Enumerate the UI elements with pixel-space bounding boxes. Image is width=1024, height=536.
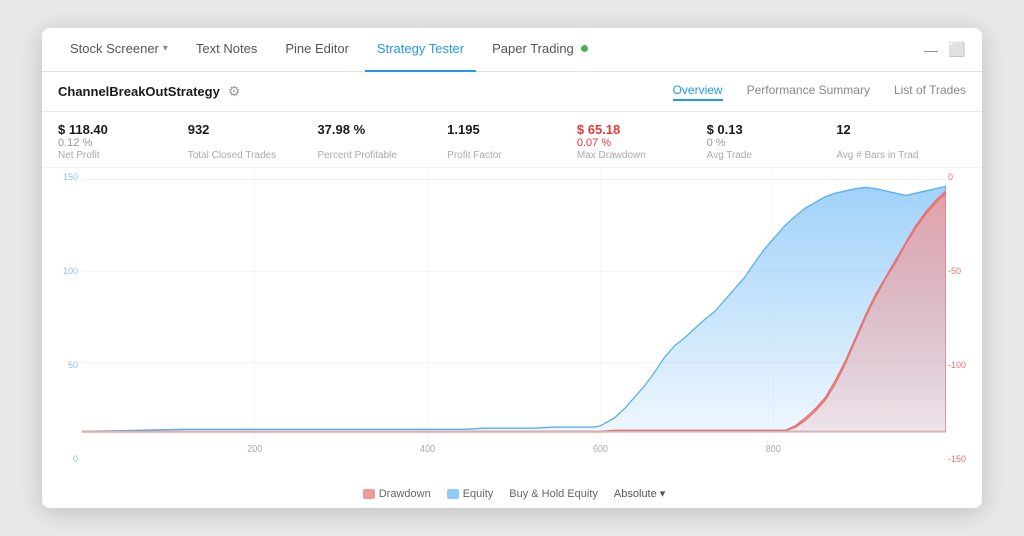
avg-trade-value: $ 0.13 xyxy=(707,122,837,137)
avg-trade-sub: 0 % xyxy=(707,137,837,149)
total-trades-value: 932 xyxy=(188,122,318,137)
profit-factor-label: Profit Factor xyxy=(447,150,577,161)
text-notes-label: Text Notes xyxy=(196,41,257,56)
paper-trading-label: Paper Trading xyxy=(492,41,574,56)
main-window: Stock Screener ▾ Text Notes Pine Editor … xyxy=(42,28,982,508)
drawdown-label: Drawdown xyxy=(379,488,431,500)
max-drawdown-label: Max Drawdown xyxy=(577,150,707,161)
tab-strategy-tester[interactable]: Strategy Tester xyxy=(365,28,476,72)
svg-text:400: 400 xyxy=(420,444,436,456)
y-axis-left: 150 100 50 0 xyxy=(42,168,82,468)
avg-bars-label: Avg # Bars in Trad xyxy=(836,150,966,161)
metric-net-profit: $ 118.40 0.12 % Net Profit xyxy=(58,122,188,161)
tab-performance-summary[interactable]: Performance Summary xyxy=(747,83,870,101)
legend-drawdown: Drawdown xyxy=(363,488,431,500)
total-trades-label: Total Closed Trades xyxy=(188,150,318,161)
profit-factor-value: 1.195 xyxy=(447,122,577,137)
absolute-dropdown[interactable]: Absolute ▾ xyxy=(614,487,665,500)
y-right-0: 0 xyxy=(948,172,980,182)
tab-text-notes[interactable]: Text Notes xyxy=(184,28,269,72)
tab-list-of-trades[interactable]: List of Trades xyxy=(894,83,966,101)
strategy-tester-label: Strategy Tester xyxy=(377,41,464,56)
maximize-button[interactable]: ⬜ xyxy=(948,41,966,59)
strategy-header: ChannelBreakOutStrategy ⚙ Overview Perfo… xyxy=(42,72,982,112)
metric-avg-bars: 12 Avg # Bars in Trad xyxy=(836,122,966,161)
y-label-150: 150 xyxy=(44,172,78,182)
strategy-name: ChannelBreakOutStrategy xyxy=(58,84,220,99)
tab-pine-editor[interactable]: Pine Editor xyxy=(273,28,361,72)
equity-label: Equity xyxy=(463,488,494,500)
tab-bar: Stock Screener ▾ Text Notes Pine Editor … xyxy=(42,28,982,72)
max-drawdown-sub: 0.07 % xyxy=(577,137,707,149)
percent-profitable-value: 37.98 % xyxy=(317,122,447,137)
net-profit-label: Net Profit xyxy=(58,150,188,161)
y-label-100: 100 xyxy=(44,266,78,276)
metric-max-drawdown: $ 65.18 0.07 % Max Drawdown xyxy=(577,122,707,161)
net-profit-sub: 0.12 % xyxy=(58,137,188,149)
percent-profitable-label: Percent Profitable xyxy=(317,150,447,161)
avg-trade-label: Avg Trade xyxy=(707,150,837,161)
legend-equity: Equity xyxy=(447,488,494,500)
stock-screener-label: Stock Screener xyxy=(70,41,159,56)
buy-hold-label: Buy & Hold Equity xyxy=(509,488,598,500)
net-profit-value: $ 118.40 xyxy=(58,122,188,137)
y-label-50: 50 xyxy=(44,360,78,370)
stock-screener-arrow: ▾ xyxy=(163,43,168,54)
y-axis-right: 0 -50 -100 -150 xyxy=(946,168,982,468)
y-right-100: -100 xyxy=(948,360,980,370)
absolute-arrow: ▾ xyxy=(660,487,666,500)
metric-avg-trade: $ 0.13 0 % Avg Trade xyxy=(707,122,837,161)
metrics-row: $ 118.40 0.12 % Net Profit 932 Total Clo… xyxy=(42,112,982,168)
metric-profit-factor: 1.195 Profit Factor xyxy=(447,122,577,161)
window-controls: — ⬜ xyxy=(922,41,966,59)
avg-bars-value: 12 xyxy=(836,122,966,137)
metric-total-trades: 932 Total Closed Trades xyxy=(188,122,318,161)
tab-overview[interactable]: Overview xyxy=(673,83,723,101)
chart-area: 150 100 50 0 0 -50 -100 -150 xyxy=(42,168,982,508)
svg-text:800: 800 xyxy=(766,444,782,456)
chart-svg: 200 400 600 800 xyxy=(82,168,946,466)
svg-text:600: 600 xyxy=(593,444,609,456)
svg-text:200: 200 xyxy=(247,444,263,456)
strategy-tabs: Overview Performance Summary List of Tra… xyxy=(673,83,966,101)
drawdown-swatch xyxy=(363,489,375,499)
total-trades-sub xyxy=(188,137,318,149)
absolute-label: Absolute xyxy=(614,488,657,500)
max-drawdown-value: $ 65.18 xyxy=(577,122,707,137)
tab-paper-trading[interactable]: Paper Trading xyxy=(480,28,600,72)
metric-percent-profitable: 37.98 % Percent Profitable xyxy=(317,122,447,161)
y-label-0: 0 xyxy=(44,454,78,464)
paper-trading-dot xyxy=(581,45,588,52)
minimize-button[interactable]: — xyxy=(922,41,940,59)
chart-legend: Drawdown Equity Buy & Hold Equity Absolu… xyxy=(82,483,946,506)
equity-swatch xyxy=(447,489,459,499)
y-right-150: -150 xyxy=(948,454,980,464)
pine-editor-label: Pine Editor xyxy=(285,41,349,56)
gear-icon[interactable]: ⚙ xyxy=(228,83,241,100)
y-right-50: -50 xyxy=(948,266,980,276)
tab-stock-screener[interactable]: Stock Screener ▾ xyxy=(58,28,180,72)
